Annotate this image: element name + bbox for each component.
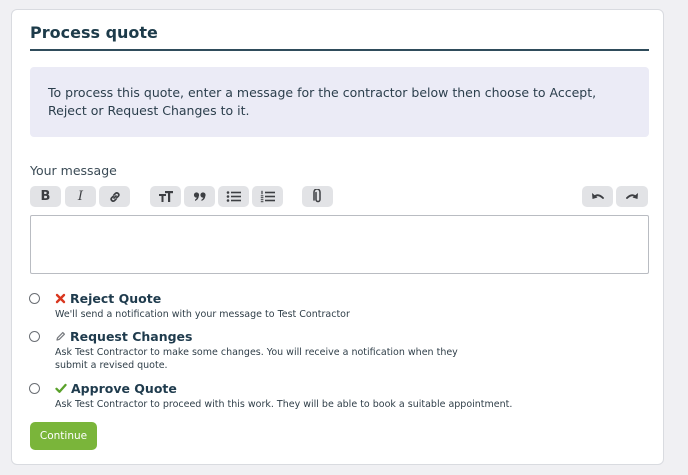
title-divider xyxy=(30,49,649,51)
pencil-icon xyxy=(56,331,66,341)
continue-button[interactable]: Continue xyxy=(30,422,97,450)
reject-quote-description: We'll send a notification with your mess… xyxy=(55,309,350,320)
info-box: To process this quote, enter a message f… xyxy=(30,67,649,137)
request-changes-radio[interactable] xyxy=(29,331,40,342)
italic-icon: I xyxy=(77,189,84,204)
message-label: Your message xyxy=(30,163,117,178)
undo-icon xyxy=(591,192,604,199)
check-icon xyxy=(55,383,67,393)
numbered-list-button[interactable] xyxy=(252,186,283,207)
quote-icon xyxy=(193,191,206,201)
heading-icon xyxy=(158,191,173,202)
bullet-list-button[interactable] xyxy=(218,186,249,207)
reject-quote-label: Reject Quote xyxy=(70,291,162,306)
approve-quote-title[interactable]: Approve Quote xyxy=(55,381,177,396)
bold-icon: B xyxy=(40,189,51,204)
redo-button[interactable] xyxy=(616,186,648,207)
redo-icon xyxy=(626,192,638,199)
link-button[interactable] xyxy=(99,186,130,207)
approve-quote-description: Ask Test Contractor to proceed with this… xyxy=(55,399,513,410)
attach-button[interactable] xyxy=(302,186,333,207)
info-text: To process this quote, enter a message f… xyxy=(48,85,597,118)
cross-icon xyxy=(55,293,66,304)
bold-button[interactable]: B xyxy=(30,186,61,207)
paperclip-icon xyxy=(312,189,321,203)
link-icon xyxy=(109,191,120,202)
numbered-list-icon xyxy=(260,190,275,203)
message-editor[interactable] xyxy=(30,215,649,274)
quote-button[interactable] xyxy=(184,186,215,207)
heading-button[interactable] xyxy=(150,186,181,207)
process-quote-card: Process quote To process this quote, ent… xyxy=(11,9,664,465)
reject-quote-radio[interactable] xyxy=(29,293,40,304)
request-changes-label: Request Changes xyxy=(70,329,193,344)
italic-button[interactable]: I xyxy=(65,186,96,207)
reject-quote-title[interactable]: Reject Quote xyxy=(55,291,161,306)
request-changes-description: Ask Test Contractor to make some changes… xyxy=(55,347,458,371)
undo-button[interactable] xyxy=(582,186,613,207)
approve-quote-label: Approve Quote xyxy=(71,381,177,396)
request-changes-title[interactable]: Request Changes xyxy=(55,329,192,344)
bullet-list-icon xyxy=(226,191,241,202)
approve-quote-radio[interactable] xyxy=(29,383,40,394)
page-title: Process quote xyxy=(30,23,158,42)
